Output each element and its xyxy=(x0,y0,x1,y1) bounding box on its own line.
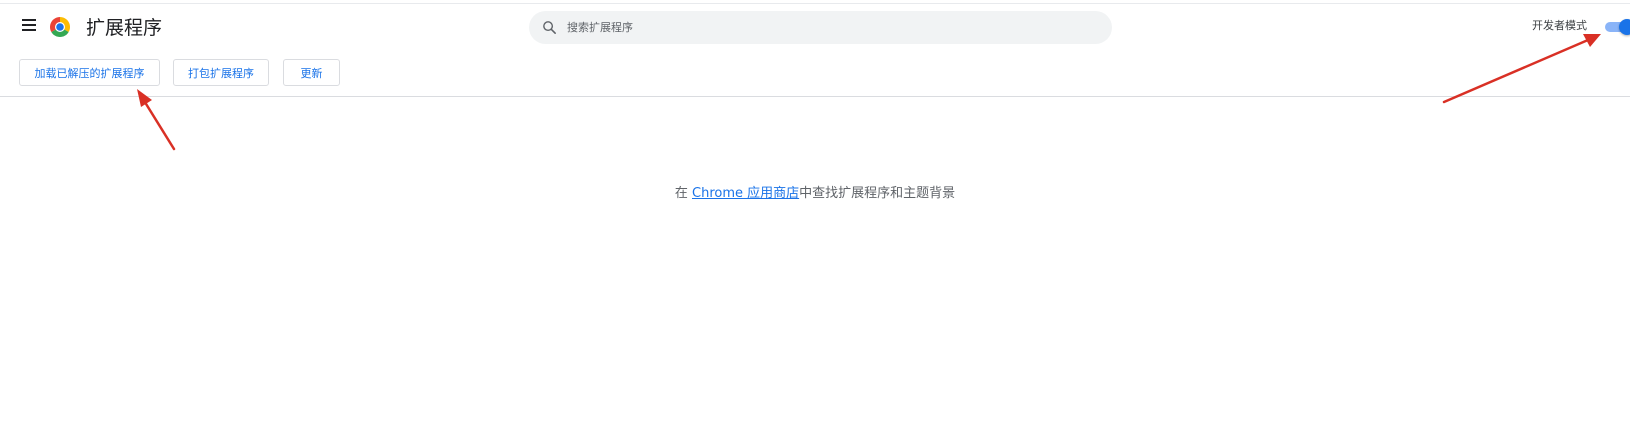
empty-state-prefix: 在 xyxy=(674,186,692,201)
load-unpacked-button[interactable]: 加载已解压的扩展程序 xyxy=(19,59,160,86)
hamburger-menu-icon[interactable] xyxy=(22,19,36,31)
empty-state-suffix: 中查找扩展程序和主题背景 xyxy=(799,186,956,201)
chrome-web-store-link[interactable]: Chrome 应用商店 xyxy=(692,186,799,201)
empty-state-message: 在 Chrome 应用商店中查找扩展程序和主题背景 xyxy=(0,185,1630,203)
annotation-arrow-load-unpacked xyxy=(137,89,176,151)
update-button[interactable]: 更新 xyxy=(283,59,340,86)
toolbar-divider xyxy=(0,96,1630,97)
chrome-logo-icon xyxy=(50,17,70,37)
toggle-knob xyxy=(1619,19,1630,35)
annotation-arrow-developer-mode xyxy=(1442,34,1601,104)
developer-mode-label: 开发者模式 xyxy=(1532,19,1587,32)
search-bar[interactable] xyxy=(529,11,1112,44)
search-input[interactable] xyxy=(567,11,1087,44)
page-title: 扩展程序 xyxy=(86,17,163,39)
top-border xyxy=(0,3,1630,4)
search-icon[interactable] xyxy=(541,19,558,36)
pack-extension-button[interactable]: 打包扩展程序 xyxy=(173,59,269,86)
developer-mode-toggle[interactable] xyxy=(1605,19,1630,35)
